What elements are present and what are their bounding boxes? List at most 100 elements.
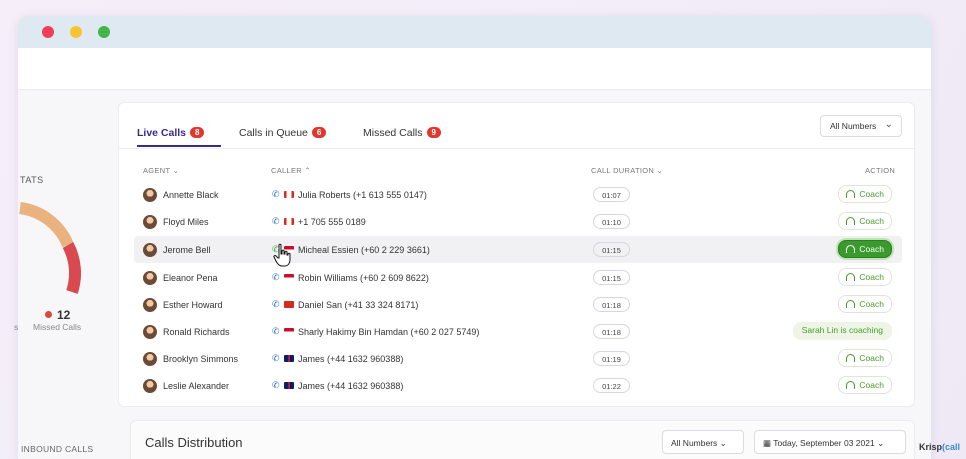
numbers-filter-select[interactable]: All Numbers ⌄ [820, 115, 902, 137]
avatar [143, 271, 157, 285]
tabs: Live Calls 8 Calls in Queue 6 Missed Calls… [137, 103, 897, 148]
table-row: Jerome Bell ✆ Micheal Essien (+60 2 229 … [134, 236, 902, 263]
calls-distribution-title: Calls Distribution [145, 435, 243, 450]
live-calls-panel: Live Calls 8 Calls in Queue 6 Missed Calls… [118, 102, 916, 407]
call-duration: 01:18 [593, 297, 630, 312]
caller-name: James (+44 1632 960388) [298, 381, 404, 391]
phone-icon: ✆ [272, 353, 280, 363]
table-row: Eleanor Pena ✆ Robin Williams (+60 2 609… [134, 264, 902, 291]
caller-name: Sharly Hakimy Bin Hamdan (+60 2 027 5749… [298, 327, 480, 337]
column-duration[interactable]: CALL DURATION ⌄ [591, 166, 663, 175]
call-duration: 01:15 [593, 242, 630, 257]
agent-name: Leslie Alexander [163, 381, 230, 391]
table-row: Annette Black ✆ Julia Roberts (+1 613 55… [134, 181, 902, 208]
avatar [143, 298, 157, 312]
column-agent[interactable]: AGENT ⌄ [143, 166, 179, 175]
headset-icon [846, 245, 856, 253]
stats-title: TATS [20, 175, 44, 185]
canada-flag-icon [284, 191, 294, 198]
table-row: Brooklyn Simmons ✆ James (+44 1632 96038… [134, 345, 902, 372]
coach-button[interactable]: Coach [838, 349, 892, 367]
chevron-down-icon: ⌄ [877, 438, 885, 448]
tab-live-calls[interactable]: Live Calls 8 [137, 127, 205, 139]
table-row: Floyd Miles ✆ +1 705 555 0189 01:10 Coac… [134, 208, 902, 235]
caller-name: +1 705 555 0189 [298, 217, 366, 227]
missed-count: 12 [45, 308, 70, 322]
column-caller[interactable]: CALLER ⌃ [271, 166, 311, 175]
phone-icon: ✆ [272, 216, 280, 226]
maximize-window-button[interactable] [98, 26, 110, 38]
coach-button[interactable]: Coach [838, 185, 892, 203]
agent-name: Jerome Bell [163, 245, 211, 255]
tabs-divider [119, 148, 916, 149]
agent-name: Brooklyn Simmons [163, 354, 239, 364]
caller-name: James (+44 1632 960388) [298, 354, 404, 364]
uk-flag-icon [284, 355, 294, 362]
phone-icon: ✆ [272, 299, 280, 309]
agent-name: Ronald Richards [163, 327, 230, 337]
avatar [143, 243, 157, 257]
calls-gauge [18, 202, 82, 294]
table-row: Esther Howard ✆ Daniel San (+41 33 324 8… [134, 291, 902, 318]
tab-missed-calls[interactable]: Missed Calls 9 [363, 127, 441, 139]
avatar [143, 325, 157, 339]
calendar-icon: ▦ [763, 438, 772, 448]
close-window-button[interactable] [42, 26, 54, 38]
call-duration: 01:22 [593, 378, 630, 393]
distribution-numbers-select[interactable]: All Numbers ⌄ [662, 430, 744, 454]
avatar [143, 352, 157, 366]
coach-button[interactable]: Coach [838, 268, 892, 286]
headset-icon [846, 300, 856, 308]
phone-icon: ✆ [272, 189, 280, 199]
headset-icon [846, 273, 856, 281]
headset-icon [846, 217, 856, 225]
coaching-status-badge: Sarah Lin is coaching [792, 322, 892, 340]
avatar [143, 379, 157, 393]
partial-label: s [14, 322, 19, 332]
agent-name: Esther Howard [163, 300, 223, 310]
headset-icon [846, 354, 856, 362]
avatar [143, 188, 157, 202]
coach-button[interactable]: Coach [838, 295, 892, 313]
chevron-down-icon: ⌄ [719, 438, 727, 448]
headset-icon [846, 190, 856, 198]
call-duration: 01:15 [593, 270, 630, 285]
caller-name: Julia Roberts (+1 613 555 0147) [298, 190, 427, 200]
active-tab-underline [137, 145, 221, 147]
table-row: Ronald Richards ✆ Sharly Hakimy Bin Hamd… [134, 318, 902, 345]
call-duration: 01:07 [593, 187, 630, 202]
agent-name: Floyd Miles [163, 217, 209, 227]
coach-button[interactable]: Coach [838, 212, 892, 230]
title-bar [18, 16, 931, 48]
phone-icon: ✆ [272, 272, 280, 282]
call-duration: 01:19 [593, 351, 630, 366]
avatar [143, 215, 157, 229]
coach-button[interactable]: Coach [838, 240, 892, 258]
swiss-flag-icon [284, 301, 294, 308]
uk-flag-icon [284, 382, 294, 389]
headset-icon [846, 381, 856, 389]
tab-calls-in-queue[interactable]: Calls in Queue 6 [239, 127, 327, 139]
inbound-calls-label: INBOUND CALLS [21, 444, 94, 454]
agent-name: Eleanor Pena [163, 273, 218, 283]
phone-icon: ✆ [272, 380, 280, 390]
calls-distribution-panel: Calls Distribution All Numbers ⌄ ▦ Today… [130, 420, 915, 459]
coach-button[interactable]: Coach [838, 376, 892, 394]
agent-name: Annette Black [163, 190, 219, 200]
missed-label: Missed Calls [33, 322, 82, 332]
top-bar [18, 48, 931, 90]
canada-flag-icon [284, 218, 294, 225]
call-duration: 01:18 [593, 324, 630, 339]
brand-logo: Krisp(call [919, 442, 961, 452]
caller-name: Daniel San (+41 33 324 8171) [298, 300, 419, 310]
minimize-window-button[interactable] [70, 26, 82, 38]
chevron-down-icon: ⌄ [884, 119, 893, 130]
table-row: Leslie Alexander ✆ James (+44 1632 96038… [134, 372, 902, 399]
date-filter-select[interactable]: ▦ Today, September 03 2021 ⌄ [754, 430, 906, 454]
call-duration: 01:10 [593, 214, 630, 229]
caller-name: Robin Williams (+60 2 609 8622) [298, 273, 429, 283]
caller-name: Micheal Essien (+60 2 229 3661) [298, 245, 430, 255]
phone-icon: ✆ [272, 326, 280, 336]
column-action: ACTION [865, 166, 896, 175]
malaysia-flag-icon [284, 274, 294, 281]
